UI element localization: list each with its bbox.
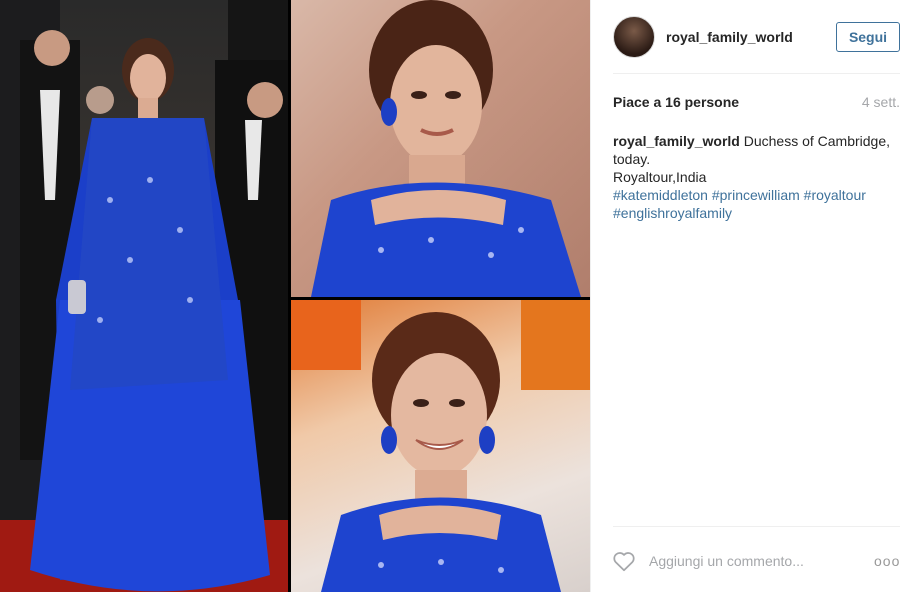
more-options-icon[interactable]: ooo: [874, 553, 900, 569]
hashtag-link[interactable]: #royaltour: [804, 187, 866, 203]
full-length-photo-art: [0, 0, 288, 592]
hashtag-link[interactable]: #princewilliam: [712, 187, 800, 203]
likes-count[interactable]: Piace a 16 persone: [613, 94, 739, 110]
post-header: royal_family_world Segui: [613, 14, 900, 60]
portrait-photo-bottom: [291, 300, 590, 592]
header-username[interactable]: royal_family_world: [666, 29, 836, 45]
comment-row: ooo: [611, 546, 900, 576]
full-length-photo: [0, 0, 288, 592]
post-time[interactable]: 4 sett.: [862, 94, 900, 110]
portrait-photo-top: [291, 0, 590, 297]
caption-username[interactable]: royal_family_world: [613, 133, 740, 149]
avatar[interactable]: [613, 16, 655, 58]
follow-button[interactable]: Segui: [836, 22, 900, 52]
hashtag-link[interactable]: #katemiddleton: [613, 187, 708, 203]
caption-hashtags: #katemiddleton #princewilliam #royaltour…: [613, 187, 866, 221]
caption: royal_family_world Duchess of Cambridge,…: [613, 132, 900, 222]
portrait-photo-top-art: [311, 0, 581, 297]
comment-input[interactable]: [649, 553, 874, 569]
comment-divider: [613, 526, 900, 527]
instagram-post: royal_family_world Segui Piace a 16 pers…: [0, 0, 903, 592]
caption-text-line2: Royaltour,India: [613, 169, 707, 185]
portrait-photo-bottom-art: [291, 300, 590, 592]
hashtag-link[interactable]: #englishroyalfamily: [613, 205, 732, 221]
header-divider: [613, 73, 900, 74]
heart-icon[interactable]: [611, 548, 637, 574]
stats-row: Piace a 16 persone 4 sett.: [613, 94, 900, 110]
post-media[interactable]: [0, 0, 590, 592]
post-sidebar: royal_family_world Segui Piace a 16 pers…: [590, 0, 903, 592]
